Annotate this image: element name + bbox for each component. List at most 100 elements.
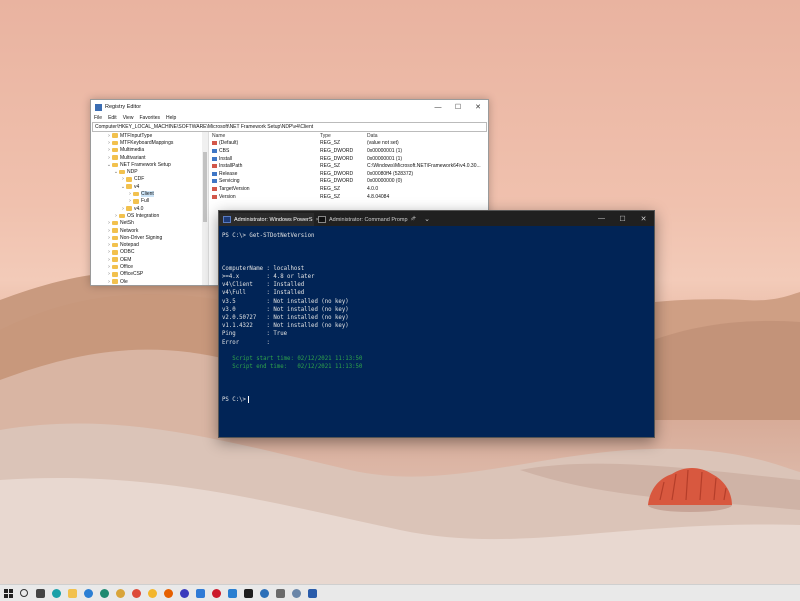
tree-node[interactable]: › Office (91, 263, 208, 270)
tree-node[interactable]: › Multimedia (91, 147, 208, 154)
tree-node[interactable]: ⌄ NET Framework Setup (91, 161, 208, 168)
menu-view[interactable]: View (123, 115, 134, 121)
value-row[interactable]: Release REG_DWORD 0x00080ff4 (528372) (209, 170, 488, 178)
string-value-icon (212, 194, 217, 199)
menu-edit[interactable]: Edit (108, 115, 117, 121)
tree-node[interactable]: › Ole (91, 278, 208, 285)
chrome-taskbar-button[interactable] (128, 585, 144, 601)
store-icon (195, 588, 205, 598)
terminal-taskbar-button[interactable] (240, 585, 256, 601)
tree-node[interactable]: › Non-Driver Signing (91, 234, 208, 241)
value-name: Install (219, 155, 233, 162)
folder-icon (112, 228, 118, 233)
tree-node-label: Full (141, 198, 150, 205)
registry-titlebar[interactable]: Registry Editor — ☐ ✕ (91, 100, 488, 114)
tree-node[interactable]: ⌄ v4 (91, 183, 208, 190)
folder-icon (112, 133, 118, 138)
mail-taskbar-button[interactable] (272, 585, 288, 601)
tab-command-prompt[interactable]: Administrator: Command Promp × (314, 213, 414, 226)
tree-scroll-thumb[interactable] (203, 152, 207, 222)
menu-help[interactable]: Help (166, 115, 176, 121)
search-taskbar-button[interactable] (16, 585, 32, 601)
edge-canary-taskbar-button[interactable] (112, 585, 128, 601)
value-row[interactable]: (Default) REG_SZ (value not set) (209, 140, 488, 148)
menu-favorites[interactable]: Favorites (139, 115, 160, 121)
tree-node[interactable]: › Network (91, 227, 208, 234)
tree-node[interactable]: › OS Integration (91, 212, 208, 219)
column-type[interactable]: Type (320, 133, 367, 139)
tree-node-label: Client (141, 191, 154, 198)
value-row[interactable]: InstallPath REG_SZ C:\Windows\Microsoft.NE… (209, 162, 488, 170)
start-taskbar-button[interactable] (0, 585, 16, 601)
edge-dev-taskbar-button[interactable] (96, 585, 112, 601)
cloud-taskbar-button[interactable] (288, 585, 304, 601)
vscode-icon (227, 588, 237, 598)
prompt-line[interactable]: PS C:\> (222, 396, 651, 404)
chrome-canary-taskbar-button[interactable] (144, 585, 160, 601)
tree-node[interactable]: › CDF (91, 176, 208, 183)
tab-powershell[interactable]: Administrator: Windows PowerS × (219, 213, 319, 226)
tree-node[interactable]: › Full (91, 198, 208, 205)
firefox-taskbar-button[interactable] (160, 585, 176, 601)
tree-node[interactable]: › Notepad (91, 241, 208, 248)
tree-node[interactable]: › MTFKeyboardMappings (91, 139, 208, 146)
value-data: (value not set) (367, 140, 399, 147)
tree-node-label: Multivariant (120, 154, 146, 161)
chrome-icon (131, 588, 141, 598)
file-explorer-taskbar-button[interactable] (64, 585, 80, 601)
tree-node[interactable]: › OfficeCSP (91, 271, 208, 278)
value-row[interactable]: CBS REG_DWORD 0x00000001 (1) (209, 147, 488, 155)
edge-taskbar-button[interactable] (48, 585, 64, 601)
binary-value-icon (212, 171, 217, 176)
search-icon (20, 589, 28, 597)
tree-node[interactable]: › ODBC (91, 249, 208, 256)
edge-icon (51, 588, 61, 598)
tree-node[interactable]: › NetSh (91, 220, 208, 227)
new-tab-button[interactable]: + (408, 215, 420, 222)
folder-icon (119, 213, 125, 219)
minimize-button[interactable]: — (591, 215, 612, 222)
output-line: v4\Client : Installed (222, 282, 305, 289)
column-name[interactable]: Name (209, 133, 320, 139)
value-name: TargetVersion (219, 185, 250, 192)
value-row[interactable]: Servicing REG_DWORD 0x00000000 (0) (209, 178, 488, 186)
column-data[interactable]: Data (367, 133, 488, 139)
firefox-nightly-taskbar-button[interactable] (176, 585, 192, 601)
maximize-button[interactable]: ☐ (612, 215, 633, 223)
tree-scrollbar[interactable] (202, 132, 208, 285)
string-value-icon (212, 141, 217, 146)
tree-node[interactable]: › OEM (91, 256, 208, 263)
value-row[interactable]: Install REG_DWORD 0x00000001 (1) (209, 155, 488, 163)
dropdown-chevron-icon[interactable]: ⌄ (420, 215, 434, 223)
close-button[interactable]: ✕ (468, 103, 488, 111)
value-type: REG_DWORD (320, 178, 354, 185)
store-taskbar-button[interactable] (192, 585, 208, 601)
tree-node[interactable]: › MTFInputType (91, 132, 208, 139)
tree-node[interactable]: › Multivariant (91, 154, 208, 161)
tree-node[interactable]: › Client (91, 190, 208, 198)
vscode-taskbar-button[interactable] (224, 585, 240, 601)
edge-beta-taskbar-button[interactable] (80, 585, 96, 601)
close-button[interactable]: ✕ (633, 215, 654, 223)
photos-taskbar-button[interactable] (256, 585, 272, 601)
powershell-taskbar-button[interactable] (304, 585, 320, 601)
value-row[interactable]: Version REG_SZ 4.8.04084 (209, 193, 488, 201)
menu-file[interactable]: File (94, 115, 102, 121)
folder-icon (112, 264, 118, 270)
tree-node[interactable]: › v4.0 (91, 205, 208, 212)
terminal-console[interactable]: PS C:\> Get-STDotNetVersion ComputerName… (219, 226, 654, 410)
minimize-button[interactable]: — (428, 104, 448, 111)
value-row[interactable]: TargetVersion REG_SZ 4.0.0 (209, 185, 488, 193)
maximize-button[interactable]: ☐ (448, 103, 468, 111)
address-bar[interactable]: Computer\HKEY_LOCAL_MACHINE\SOFTWARE\Mic… (92, 122, 487, 132)
settings-taskbar-button[interactable] (32, 585, 48, 601)
tree-node-label: Office (120, 263, 133, 270)
registry-tree[interactable]: › MTFInputType › MTFKeyboardMappings › Multim… (91, 132, 209, 285)
value-name: InstallPath (219, 163, 243, 170)
opera-taskbar-button[interactable] (208, 585, 224, 601)
value-type: REG_DWORD (320, 147, 354, 154)
windows-terminal-window[interactable]: Administrator: Windows PowerS × Administ… (218, 210, 655, 438)
start-icon (3, 588, 13, 598)
tree-node[interactable]: ⌄ NDP (91, 168, 208, 175)
script-start-time: Script start time: 02/12/2021 11:13:50 (222, 356, 363, 363)
